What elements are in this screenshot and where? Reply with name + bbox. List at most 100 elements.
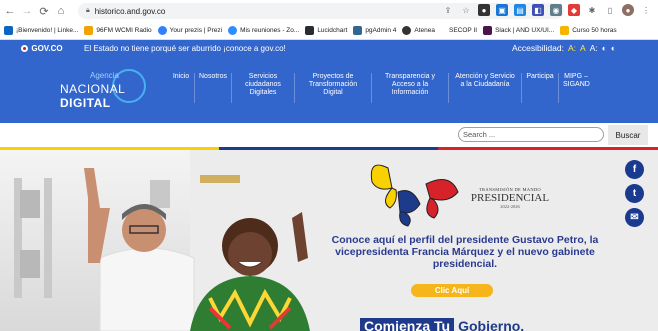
- extension-1-icon[interactable]: ●: [478, 4, 490, 16]
- logo-bold: DIGITAL: [60, 96, 111, 110]
- url-text: historico.and.gov.co: [94, 6, 166, 16]
- govco-logo-text: GOV.CO: [31, 44, 63, 53]
- extension-6-icon[interactable]: ◆: [568, 4, 580, 16]
- search-placeholder: Search ...: [463, 130, 496, 139]
- text-size-control[interactable]: A:: [568, 43, 576, 53]
- bookmark-label: ¡Bienvenido! | Linke...: [16, 27, 79, 34]
- nav-label: Transparencia y Acceso a la Información: [385, 73, 435, 96]
- govco-bar: GOV.CO El Estado no tiene porqué ser abu…: [0, 40, 658, 57]
- main-nav: Inicio Nosotros Servicios ciudadanos Dig…: [168, 73, 593, 126]
- bookmark-item[interactable]: Lucidchart: [305, 26, 347, 35]
- email-icon[interactable]: ✉: [625, 208, 644, 227]
- social-icons: f t ✉: [625, 160, 644, 227]
- back-arrow-icon[interactable]: ←: [3, 4, 17, 18]
- comienza-banner: Comienza Tu Gobierno.: [360, 318, 524, 331]
- sidebar-icon[interactable]: ▯: [604, 4, 616, 16]
- pgadmin-icon: [353, 26, 363, 35]
- bookmark-item[interactable]: Curso 50 horas: [560, 26, 617, 35]
- clic-aqui-button[interactable]: Clic Aquí: [411, 284, 493, 297]
- extension-5-icon[interactable]: ◉: [550, 4, 562, 16]
- transmision-line2: PRESIDENCIAL: [470, 192, 550, 204]
- logo-prefix: NACIONAL: [60, 82, 125, 96]
- zoom-icon: [228, 26, 238, 35]
- nav-item-servicios[interactable]: Servicios ciudadanos Digitales: [232, 73, 294, 113]
- bookmarks-bar: ¡Bienvenido! | Linke... 96FM WCMI Radio …: [0, 22, 658, 40]
- home-icon[interactable]: ⌂: [54, 4, 68, 18]
- logo-main-text: NACIONAL DIGITAL: [60, 82, 164, 110]
- hero-headline: Conoce aquí el perfil del presidente Gus…: [331, 234, 599, 270]
- nav-label: MIPG – SIGAND: [563, 73, 590, 88]
- nav-item-participa[interactable]: Participa: [522, 73, 558, 113]
- bookmark-label: pgAdmin 4: [365, 27, 397, 34]
- bookmark-item[interactable]: Slack | AND UX/UI...: [483, 26, 554, 35]
- nav-label: Servicios ciudadanos Digitales: [245, 73, 281, 96]
- extension-3-icon[interactable]: ▤: [514, 4, 526, 16]
- bookmark-item[interactable]: Mis reuniones - Zo...: [228, 26, 299, 35]
- comienza-text: Comienza Tu: [360, 318, 455, 331]
- search-input[interactable]: Search ...: [458, 127, 604, 142]
- gobierno-text: Gobierno.: [458, 318, 525, 331]
- nav-item-transparencia[interactable]: Transparencia y Acceso a la Información: [372, 73, 448, 113]
- nav-item-proyectos[interactable]: Proyectos de Transformación Digital: [295, 73, 371, 113]
- twitter-icon[interactable]: t: [625, 184, 644, 203]
- accessibility-controls: Accesibilidad: A: A A: ◐ ◐: [512, 43, 616, 53]
- menu-kebab-icon[interactable]: ⋮: [640, 4, 652, 16]
- bookmark-label: Curso 50 horas: [572, 27, 617, 34]
- vicepresident-photo: [190, 212, 310, 331]
- bookmark-label: Your prezis | Prezi: [169, 27, 223, 34]
- nav-label: Inicio: [172, 73, 190, 80]
- bookmark-label: Lucidchart: [317, 27, 348, 34]
- forward-arrow-icon[interactable]: →: [20, 4, 34, 18]
- agency-header: Agencia NACIONAL DIGITAL Inicio Nosotros…: [0, 57, 658, 126]
- browser-toolbar: ← → ⟳ ⌂ 🔒︎ historico.and.gov.co ⇪ ☆ ● ▣ …: [0, 0, 658, 22]
- extension-icons: ⇪ ☆ ● ▣ ▤ ◧ ◉ ◆ ✱ ▯ ● ⋮: [442, 4, 652, 16]
- govco-message[interactable]: El Estado no tiene porqué ser aburrido ¡…: [84, 44, 286, 53]
- bookmark-label: Atenea: [414, 27, 435, 34]
- prezi-icon: [157, 26, 167, 35]
- contrast-icon[interactable]: ◐: [611, 43, 616, 53]
- bookmark-item[interactable]: SECOP II: [449, 27, 477, 34]
- nav-item-inicio[interactable]: Inicio: [168, 73, 194, 126]
- bookmark-label: Slack | AND UX/UI...: [495, 27, 555, 34]
- folder-icon: [560, 26, 570, 35]
- building-column: [44, 178, 52, 298]
- bookmark-item[interactable]: Atenea: [402, 26, 435, 35]
- flag-decoration: [200, 175, 240, 183]
- butterflies-logo: [370, 164, 459, 227]
- slack-icon: [483, 26, 493, 35]
- nav-item-nosotros[interactable]: Nosotros: [195, 73, 231, 113]
- extension-2-icon[interactable]: ▣: [496, 4, 508, 16]
- nav-label: Nosotros: [199, 73, 228, 80]
- bookmark-label: SECOP II: [449, 27, 478, 34]
- profile-avatar[interactable]: ●: [622, 4, 634, 16]
- puzzle-icon[interactable]: ✱: [586, 4, 598, 16]
- bookmark-item[interactable]: ¡Bienvenido! | Linke...: [4, 26, 78, 35]
- search-row: Search ... Buscar: [0, 123, 658, 147]
- lock-icon: 🔒︎: [86, 7, 90, 14]
- bookmark-item[interactable]: 96FM WCMI Radio: [84, 26, 152, 35]
- building-window: [20, 250, 40, 278]
- nav-item-mipg[interactable]: MIPG – SIGAND: [559, 73, 593, 113]
- reload-icon[interactable]: ⟳: [37, 4, 51, 18]
- contrast-icon[interactable]: ◐: [602, 43, 607, 53]
- bookmark-label: 96FM WCMI Radio: [96, 27, 152, 34]
- accessibility-label: Accesibilidad:: [512, 43, 564, 53]
- hero-banner[interactable]: f t ✉ TRANSMISIÓN DE MANDO PRESIDENCIAL …: [0, 150, 658, 331]
- bookmark-item[interactable]: pgAdmin 4: [353, 26, 396, 35]
- share-icon[interactable]: ⇪: [442, 4, 454, 16]
- text-size-control[interactable]: A: [580, 43, 586, 53]
- search-button[interactable]: Buscar: [608, 125, 648, 145]
- extension-4-icon[interactable]: ◧: [532, 4, 544, 16]
- facebook-icon[interactable]: f: [625, 160, 644, 179]
- bookmark-item[interactable]: Your prezis | Prezi: [157, 26, 223, 35]
- nav-item-atencion[interactable]: Atención y Servicio a la Ciudadanía: [449, 73, 521, 113]
- govco-logo[interactable]: GOV.CO: [0, 40, 84, 57]
- logo-small-text: Agencia: [90, 71, 119, 80]
- govco-logo-icon: [21, 45, 29, 52]
- text-size-control[interactable]: A:: [590, 43, 598, 53]
- transmision-line3: 2022-2026: [500, 204, 520, 209]
- nav-label: Atención y Servicio a la Ciudadanía: [455, 73, 515, 88]
- star-icon[interactable]: ☆: [460, 4, 472, 16]
- atenea-icon: [402, 26, 412, 35]
- agency-logo[interactable]: Agencia NACIONAL DIGITAL: [52, 69, 164, 110]
